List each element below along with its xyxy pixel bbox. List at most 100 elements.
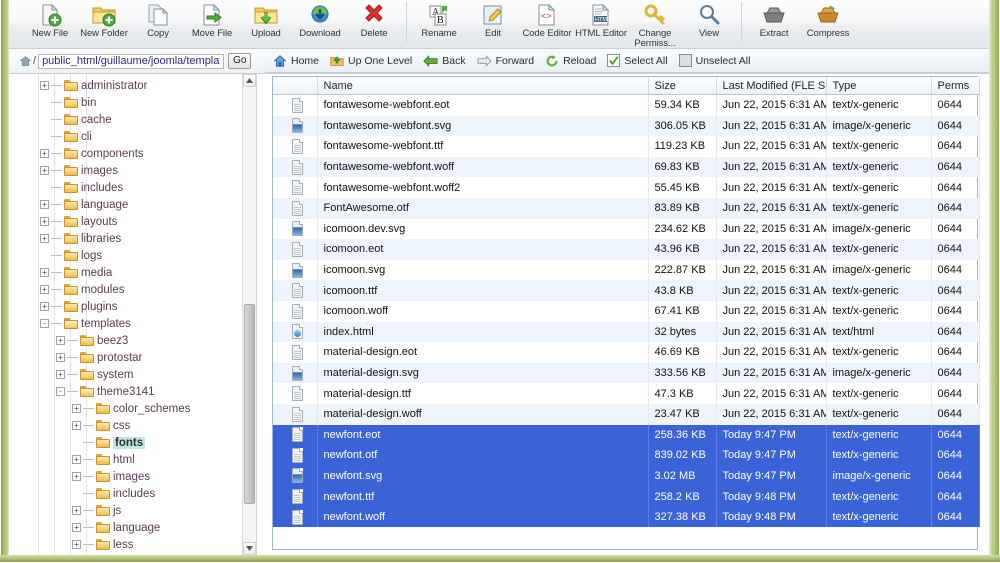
go-button[interactable]: Go <box>228 53 252 69</box>
tree-node-system[interactable]: + system <box>10 366 242 383</box>
new-file-button[interactable]: New File <box>23 0 77 48</box>
tree-expand-icon[interactable]: + <box>56 370 65 379</box>
tree-node-includes[interactable]: includes <box>10 179 242 196</box>
tree-expand-icon[interactable]: + <box>72 472 81 481</box>
move-file-button[interactable]: Move File <box>185 0 239 48</box>
tree-node-images[interactable]: + images <box>10 162 242 179</box>
tree-expand-icon[interactable]: + <box>40 268 49 277</box>
tree-scroll-down-button[interactable] <box>243 542 256 555</box>
tree-collapse-icon[interactable]: - <box>56 387 65 396</box>
table-row[interactable]: newfont.otf 839.02 KB Today 9:47 PM text/x-… <box>273 445 980 466</box>
tree-collapse-icon[interactable]: - <box>40 319 49 328</box>
tree-node-cache[interactable]: cache <box>10 111 242 128</box>
nav-reload[interactable]: Reload <box>545 54 596 68</box>
compress-button[interactable]: Compress <box>801 0 855 48</box>
tree-expand-icon[interactable]: + <box>40 200 49 209</box>
tree-expand-icon[interactable]: + <box>40 166 49 175</box>
tree-expand-icon[interactable]: + <box>40 81 49 90</box>
upload-button[interactable]: Upload <box>239 0 293 48</box>
html-editor-button[interactable]: HTML HTML Editor <box>574 0 628 48</box>
table-row[interactable]: material-design.ttf 47.3 KB Jun 22, 2015 6… <box>273 383 980 404</box>
table-row[interactable]: fontawesome-webfont.svg 306.05 KB Jun 22, … <box>273 115 980 137</box>
tree-node-js[interactable]: + js <box>10 502 242 519</box>
path-input[interactable] <box>38 53 225 69</box>
tree-node-protostar[interactable]: + protostar <box>10 349 242 366</box>
tree-node-libraries[interactable]: + libraries <box>10 230 242 247</box>
table-row[interactable]: newfont.ttf 258.2 KB Today 9:48 PM text/x-g… <box>273 486 980 507</box>
tree-node-media[interactable]: + media <box>10 264 242 281</box>
tree-node-logs[interactable]: logs <box>10 247 242 264</box>
table-row[interactable]: newfont.svg 3.02 MB Today 9:47 PM image/x-g… <box>273 465 980 487</box>
table-row[interactable]: material-design.eot 46.69 KB Jun 22, 2015 … <box>273 342 980 363</box>
table-row[interactable]: icomoon.woff 67.41 KB Jun 22, 2015 6:31 AM… <box>273 300 980 322</box>
download-button[interactable]: Download <box>293 0 347 48</box>
tree-expand-icon[interactable]: + <box>40 149 49 158</box>
tree-expand-icon[interactable]: + <box>72 421 81 430</box>
tree-expand-icon[interactable]: + <box>40 234 49 243</box>
tree-expand-icon[interactable]: + <box>40 302 49 311</box>
table-row[interactable]: material-design.woff 23.47 KB Jun 22, 2015… <box>273 403 980 425</box>
tree-scroll-up-button[interactable] <box>243 74 256 87</box>
tree-expand-icon[interactable]: + <box>40 285 49 294</box>
table-row[interactable]: fontawesome-webfont.woff2 55.45 KB Jun 22,… <box>273 177 980 198</box>
change-permissions-button[interactable]: Change Permiss... <box>628 0 682 49</box>
table-row[interactable]: fontawesome-webfont.woff 69.83 KB Jun 22, … <box>273 156 980 178</box>
tree-node-fonts[interactable]: fonts <box>10 434 242 451</box>
view-button[interactable]: View <box>682 0 736 48</box>
col-header-size[interactable]: Size <box>648 77 717 95</box>
col-header-last-modified[interactable]: Last Modified (FLE Summ <box>716 77 827 95</box>
tree-node-html[interactable]: + html <box>10 451 242 468</box>
tree-node-language[interactable]: + language <box>10 196 242 213</box>
col-header-type[interactable]: Type <box>826 77 932 95</box>
table-row[interactable]: icomoon.ttf 43.8 KB Jun 22, 2015 6:31 AM te… <box>273 280 980 301</box>
table-row[interactable]: newfont.woff 327.38 KB Today 9:48 PM text/x… <box>273 506 980 528</box>
tree-node-bin[interactable]: bin <box>10 94 242 111</box>
nav-up-one-level[interactable]: Up One Level <box>330 54 412 68</box>
rename-button[interactable]: A B Rename <box>412 0 466 48</box>
tree-expand-icon[interactable]: + <box>72 455 81 464</box>
tree-expand-icon[interactable]: + <box>72 506 81 515</box>
tree-expand-icon[interactable]: + <box>72 404 81 413</box>
tree-scrollbar-thumb[interactable] <box>244 304 255 504</box>
tree-scrollbar[interactable] <box>242 74 256 555</box>
table-row[interactable]: fontawesome-webfont.eot 59.34 KB Jun 22, 2… <box>273 94 980 116</box>
nav-forward[interactable]: Forward <box>477 55 534 67</box>
nav-unselect-all[interactable]: Unselect All <box>678 54 750 67</box>
col-header-perms[interactable]: Perms <box>931 77 980 95</box>
table-row[interactable]: newfont.eot 258.36 KB Today 9:47 PM text/x-… <box>273 424 980 446</box>
tree-node-templates[interactable]: - templates <box>10 315 242 332</box>
tree-expand-icon[interactable]: + <box>56 353 65 362</box>
tree-node-images[interactable]: + images <box>10 468 242 485</box>
tree-node-beez3[interactable]: + beez3 <box>10 332 242 349</box>
tree-node-language[interactable]: + language <box>10 519 242 536</box>
tree-expand-icon[interactable]: + <box>72 523 81 532</box>
copy-button[interactable]: Copy <box>131 0 185 48</box>
tree-expand-icon[interactable]: + <box>72 540 81 549</box>
tree-node-cli[interactable]: cli <box>10 128 242 145</box>
nav-back[interactable]: Back <box>423 55 466 67</box>
table-row[interactable]: material-design.svg 333.56 KB Jun 22, 2015… <box>273 362 980 384</box>
code-editor-button[interactable]: <> Code Editor <box>520 0 574 48</box>
col-header-name[interactable]: Name <box>317 77 649 95</box>
tree-expand-icon[interactable]: + <box>56 336 65 345</box>
extract-button[interactable]: Extract <box>747 0 801 48</box>
tree-node-modules[interactable]: + modules <box>10 281 242 298</box>
nav-home[interactable]: Home <box>273 54 319 68</box>
table-row[interactable]: index.html 32 bytes Jun 22, 2015 6:31 AM te… <box>273 321 980 343</box>
tree-node-includes[interactable]: includes <box>10 485 242 502</box>
table-row[interactable]: icomoon.dev.svg 234.62 KB Jun 22, 2015 6:3… <box>273 218 980 240</box>
new-folder-button[interactable]: New Folder <box>77 0 131 48</box>
col-header-icon[interactable] <box>273 77 318 95</box>
table-row[interactable]: FontAwesome.otf 83.89 KB Jun 22, 2015 6:31… <box>273 197 980 219</box>
tree-node-color-schemes[interactable]: + color_schemes <box>10 400 242 417</box>
tree-expand-icon[interactable]: + <box>40 217 49 226</box>
tree-node-plugins[interactable]: + plugins <box>10 298 242 315</box>
tree-node-administrator[interactable]: + administrator <box>10 77 242 94</box>
nav-select-all[interactable]: Select All <box>607 54 668 67</box>
edit-button[interactable]: Edit <box>466 0 520 48</box>
directory-tree[interactable]: + administrator bin cache cli + components + ima… <box>10 74 242 553</box>
tree-node-less[interactable]: + less <box>10 536 242 553</box>
tree-node-css[interactable]: + css <box>10 417 242 434</box>
tree-node-components[interactable]: + components <box>10 145 242 162</box>
table-row[interactable]: fontawesome-webfont.ttf 119.23 KB Jun 22, … <box>273 136 980 157</box>
